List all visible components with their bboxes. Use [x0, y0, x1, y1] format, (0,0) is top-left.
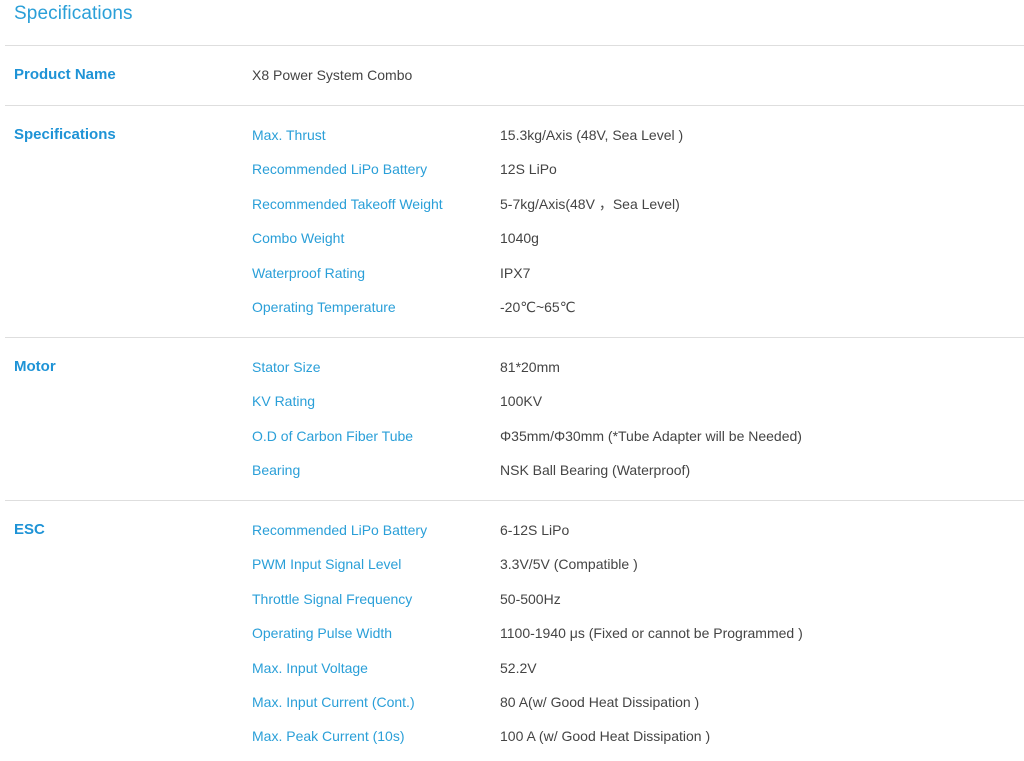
spec-value: 5-7kg/Axis(48V ，Sea Level): [500, 195, 680, 212]
spec-label: Stator Size: [252, 359, 321, 375]
spec-value: IPX7: [500, 264, 531, 281]
table-row: Recommended LiPo Battery 12S LiPo: [252, 159, 1012, 193]
spec-value: 81*20mm: [500, 359, 560, 375]
spec-table-esc: Recommended LiPo Battery 6-12S LiPo PWM …: [252, 520, 1012, 761]
spec-value: 1040g: [500, 230, 539, 247]
spec-label: Max. Peak Current (10s): [252, 728, 405, 745]
spec-page: Specifications Product Name X8 Power Sys…: [0, 0, 1024, 761]
spec-label: Bearing: [252, 462, 301, 479]
spec-value: 80 A(w/ Good Heat Dissipation ): [500, 693, 700, 710]
table-row: KV Rating 100KV: [252, 391, 1012, 425]
section-heading-motor: Motor: [14, 358, 56, 375]
divider: [5, 337, 1024, 338]
spec-label: Recommended LiPo Battery: [252, 161, 428, 178]
table-row: Operating Pulse Width 1100-1940 μs (Fixe…: [252, 623, 1012, 657]
table-row: Max. Input Voltage 52.2V: [252, 658, 1012, 692]
spec-table-motor: Stator Size 81*20mm KV Rating 100KV O.D …: [252, 357, 1012, 495]
spec-value: 100 A (w/ Good Heat Dissipation ): [500, 728, 711, 745]
spec-value: 100KV: [500, 393, 543, 410]
spec-label: Operating Temperature: [252, 298, 396, 315]
table-row: Recommended Takeoff Weight 5-7kg/Axis(48…: [252, 194, 1012, 228]
spec-value: -20℃~65℃: [500, 298, 576, 315]
page-title: Specifications: [14, 3, 133, 24]
spec-label: Max. Input Voltage: [252, 659, 368, 676]
table-row: Operating Temperature -20℃~65℃: [252, 297, 1012, 331]
spec-label: KV Rating: [252, 393, 316, 410]
spec-value: 50-500Hz: [500, 590, 561, 607]
table-row: O.D of Carbon Fiber Tube Φ35mm/Φ30mm (*T…: [252, 426, 1012, 460]
spec-label: Throttle Signal Frequency: [252, 590, 413, 607]
spec-label: PWM Input Signal Level: [252, 556, 402, 573]
table-row: Waterproof Rating IPX7: [252, 263, 1012, 297]
table-row: Throttle Signal Frequency 50-500Hz: [252, 589, 1012, 623]
spec-label: Combo Weight: [252, 230, 345, 247]
product-name-value: X8 Power System Combo: [252, 67, 413, 83]
spec-label: Max. Input Current (Cont.): [252, 693, 415, 710]
spec-label: O.D of Carbon Fiber Tube: [252, 427, 414, 444]
table-row: Stator Size 81*20mm: [252, 357, 1012, 391]
spec-label: Recommended Takeoff Weight: [252, 195, 443, 212]
spec-value: Φ35mm/Φ30mm (*Tube Adapter will be Neede…: [500, 427, 802, 444]
divider: [5, 105, 1024, 106]
spec-label: Recommended LiPo Battery: [252, 522, 428, 538]
spec-label: Waterproof Rating: [252, 264, 366, 281]
table-row: PWM Input Signal Level 3.3V/5V (Compatib…: [252, 554, 1012, 588]
divider: [5, 500, 1024, 501]
spec-value: 6-12S LiPo: [500, 522, 570, 538]
spec-table-specifications: Max. Thrust 15.3kg/Axis (48V, Sea Level …: [252, 125, 1012, 331]
table-row: Recommended LiPo Battery 6-12S LiPo: [252, 520, 1012, 554]
table-row: Max. Thrust 15.3kg/Axis (48V, Sea Level …: [252, 125, 1012, 159]
spec-value: 1100-1940 μs (Fixed or cannot be Program…: [500, 625, 803, 642]
spec-label: Max. Thrust: [252, 127, 326, 143]
divider: [5, 45, 1024, 46]
spec-value: 12S LiPo: [500, 161, 557, 178]
section-heading-specifications: Specifications: [14, 126, 116, 143]
product-name-heading: Product Name: [14, 66, 116, 83]
table-row: Max. Peak Current (10s) 100 A (w/ Good H…: [252, 726, 1012, 760]
spec-value: 3.3V/5V (Compatible ): [500, 556, 638, 573]
spec-value: 52.2V: [500, 659, 537, 676]
spec-value: 15.3kg/Axis (48V, Sea Level ): [500, 127, 684, 143]
spec-label: Operating Pulse Width: [252, 625, 393, 642]
table-row: Combo Weight 1040g: [252, 228, 1012, 262]
table-row: Max. Input Current (Cont.) 80 A(w/ Good …: [252, 692, 1012, 726]
section-heading-esc: ESC: [14, 521, 45, 538]
spec-value: NSK Ball Bearing (Waterproof): [500, 462, 691, 479]
table-row: Bearing NSK Ball Bearing (Waterproof): [252, 460, 1012, 494]
